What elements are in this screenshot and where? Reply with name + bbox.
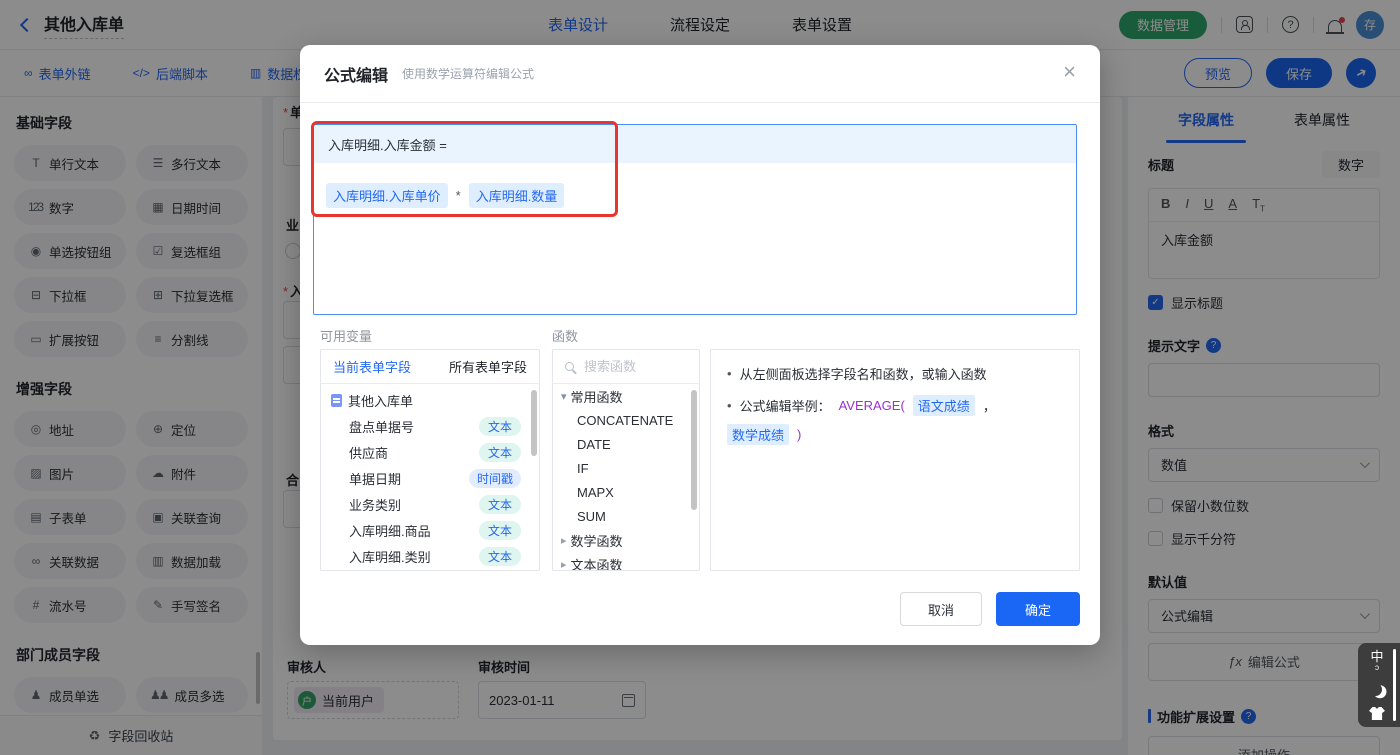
functions-scrollbar[interactable]	[691, 390, 697, 510]
variable-name: 单据日期	[349, 471, 402, 487]
variables-label: 可用变量	[320, 329, 373, 344]
dark-mode-icon[interactable]	[1367, 682, 1382, 697]
app-window: 其他入库单 表单设计 流程设定 表单设置 数据管理 ? 存 ∞ 表单外链 </>…	[0, 0, 1400, 755]
tips-panel: • 从左侧面板选择字段名和函数，或输入函数 • 公式编辑举例： AVERAGE(…	[710, 349, 1080, 571]
example-token-chinese: 语文成绩	[912, 395, 975, 416]
variable-type-tag: 文本	[479, 546, 521, 566]
function-label: 数学函数	[570, 533, 623, 549]
formula-token-quantity[interactable]: 入库明细.数量	[468, 183, 565, 208]
function-label: IF	[577, 460, 589, 476]
variable-list: 盘点单据号 文本 供应商 文本 单据日期 时间戳 业务类别 文本 入库明细.商品…	[321, 413, 539, 569]
functions-panel: 常用函数 CONCATENATE DATE IF MAP	[552, 349, 700, 571]
widget-scrollbar	[1393, 649, 1396, 721]
variable-row[interactable]: 业务类别 文本	[321, 491, 539, 517]
function-label: CONCATENATE	[577, 412, 674, 428]
formula-edit-modal: 公式编辑 使用数学运算符编辑公式 × 入库明细.入库金额 = 入库明细.入库单价…	[300, 45, 1100, 645]
function-row[interactable]: DATE	[553, 432, 699, 456]
switch-arrow-icon: ɔ	[1374, 663, 1379, 672]
variable-name: 盘点单据号	[349, 419, 415, 435]
function-search-input[interactable]	[582, 358, 672, 375]
function-row[interactable]: CONCATENATE	[553, 408, 699, 432]
variables-tabs: 当前表单字段 所有表单字段	[321, 350, 539, 384]
tip-line-1: • 从左侧面板选择字段名和函数，或输入函数	[727, 366, 987, 382]
average-function-text: AVERAGE(	[838, 398, 905, 413]
variable-row[interactable]: 入库明细.类别 文本	[321, 543, 539, 569]
bullet: •	[727, 398, 732, 413]
function-label: MAPX	[577, 484, 614, 500]
formula-editor[interactable]: 入库明细.入库金额 = 入库明细.入库单价 * 入库明细.数量	[313, 124, 1077, 315]
variables-scrollbar[interactable]	[531, 390, 537, 456]
function-row[interactable]: IF	[553, 456, 699, 480]
function-list: 常用函数 CONCATENATE DATE IF MAP	[553, 384, 699, 571]
tab-current-form-fields[interactable]: 当前表单字段	[333, 357, 411, 376]
confirm-button[interactable]: 确定	[996, 592, 1080, 626]
formula-expression: 入库明细.入库单价 * 入库明细.数量	[314, 163, 1076, 208]
functions-label: 函数	[552, 329, 579, 344]
variables-tree-root[interactable]: 其他入库单	[321, 384, 539, 413]
theme-shirt-icon[interactable]	[1369, 707, 1385, 720]
tip-line-2: • 公式编辑举例： AVERAGE( 语文成绩 ， 数学成绩 )	[727, 395, 1063, 445]
function-search	[553, 350, 699, 384]
function-label: 文本函数	[570, 557, 623, 571]
variable-name: 入库明细.商品	[349, 523, 431, 539]
formula-token-unit-price[interactable]: 入库明细.入库单价	[326, 183, 448, 208]
function-row[interactable]: 数学函数	[553, 528, 699, 552]
formula-operator: *	[455, 188, 461, 203]
close-paren-text: )	[797, 427, 802, 442]
function-row[interactable]: SUM	[553, 504, 699, 528]
modal-footer: 取消 确定	[300, 592, 1100, 626]
example-token-math: 数学成绩	[727, 424, 790, 445]
variable-row[interactable]: 单据日期 时间戳	[321, 465, 539, 491]
form-doc-icon	[331, 394, 342, 407]
floating-widget: 中ɔ	[1358, 643, 1400, 727]
variable-row[interactable]: 盘点单据号 文本	[321, 413, 539, 439]
variable-name: 入库明细.类别	[349, 549, 431, 565]
tab-all-form-fields[interactable]: 所有表单字段	[449, 357, 527, 376]
variable-type-tag: 文本	[479, 520, 521, 540]
function-label: SUM	[577, 508, 606, 524]
function-row[interactable]: 文本函数	[553, 552, 699, 571]
language-toggle[interactable]: 中ɔ	[1370, 650, 1383, 672]
variable-type-tag: 时间戳	[468, 468, 521, 488]
formula-target-strip: 入库明细.入库金额 =	[314, 125, 1076, 163]
modal-header: 公式编辑 使用数学运算符编辑公式	[300, 45, 1100, 103]
variable-type-tag: 文本	[479, 494, 521, 514]
variable-row[interactable]: 入库明细.商品 文本	[321, 517, 539, 543]
variable-row[interactable]: 供应商 文本	[321, 439, 539, 465]
tips-content: • 从左侧面板选择字段名和函数，或输入函数 • 公式编辑举例： AVERAGE(…	[711, 350, 1079, 471]
variable-name: 业务类别	[349, 497, 402, 513]
bullet: •	[727, 366, 732, 381]
function-row[interactable]: MAPX	[553, 480, 699, 504]
variables-panel: 当前表单字段 所有表单字段 其他入库单 盘点单据号 文本 供应商 文本 单据日期…	[320, 349, 540, 571]
function-label: DATE	[577, 436, 611, 452]
cancel-button[interactable]: 取消	[900, 592, 982, 626]
variable-type-tag: 文本	[479, 442, 521, 462]
variable-type-tag: 文本	[479, 416, 521, 436]
function-label: 常用函数	[570, 389, 623, 405]
modal-title: 公式编辑	[324, 67, 389, 85]
variable-name: 供应商	[349, 445, 389, 461]
tree-root-label: 其他入库单	[348, 394, 414, 409]
formula-target: 入库明细.入库金额 =	[328, 137, 447, 153]
close-icon[interactable]: ×	[1063, 61, 1076, 83]
function-row[interactable]: 常用函数	[553, 384, 699, 408]
modal-subtitle: 使用数学运算符编辑公式	[402, 67, 535, 81]
search-icon	[565, 362, 574, 371]
